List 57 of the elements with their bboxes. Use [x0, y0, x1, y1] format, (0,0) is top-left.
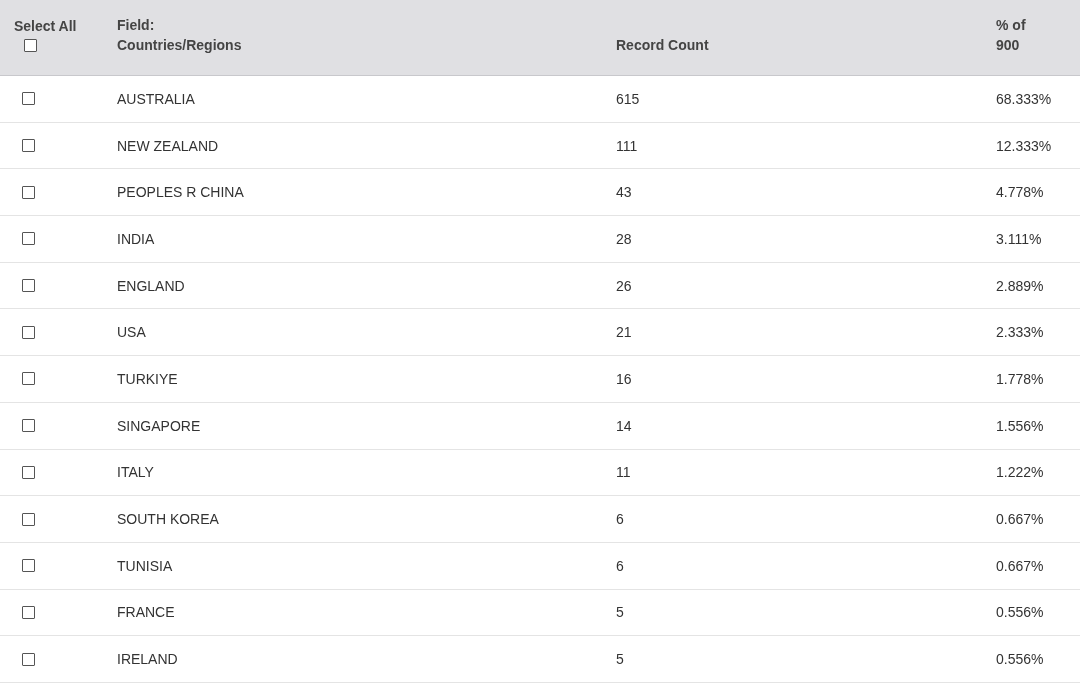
table-cell: 43 [616, 184, 632, 201]
table-cell: 2.333% [996, 324, 1044, 341]
table-cell: INDIA [117, 230, 155, 247]
table-cell: PEOPLES R CHINA [117, 184, 244, 201]
table-cell: TURKIYE [117, 370, 178, 387]
table-cell: NEW ZEALAND [117, 137, 219, 154]
table-cell: 0.667% [996, 511, 1044, 528]
checkbox[interactable] [22, 605, 35, 619]
table-cell: 0.667% [996, 557, 1044, 574]
table-cell: 1.556% [996, 417, 1044, 434]
checkbox[interactable] [22, 92, 35, 106]
table-cell: 14 [616, 417, 632, 434]
table-cell: ENGLAND [117, 277, 185, 294]
table-cell: 11 [616, 464, 631, 481]
table-cell: AUSTRALIA [117, 90, 195, 107]
table-cell: 1.222% [996, 464, 1044, 481]
table-cell: FRANCE [117, 604, 175, 621]
table-cell: 2.889% [996, 277, 1044, 294]
checkbox[interactable] [22, 325, 35, 339]
table-cell: ITALY [117, 464, 154, 481]
table-cell: 5 [616, 604, 624, 621]
table-cell: SINGAPORE [117, 417, 201, 434]
column-header: % of 900 [996, 16, 1027, 55]
table-cell: TUNISIA [117, 557, 173, 574]
table-cell: 28 [616, 230, 632, 247]
checkbox[interactable] [22, 279, 35, 293]
table-cell: 21 [616, 324, 632, 341]
table-cell: 6 [616, 557, 624, 574]
select-all-label: Select All [14, 18, 77, 34]
table-cell: 6 [616, 511, 624, 528]
checkbox[interactable] [22, 559, 35, 573]
table-cell: 615 [616, 90, 640, 107]
checkbox[interactable] [22, 232, 35, 246]
column-header: Field: Countries/Regions [117, 16, 242, 55]
table-cell: 111 [616, 137, 638, 154]
column-header: Record Count [616, 36, 709, 55]
checkbox[interactable] [22, 465, 35, 479]
checkbox[interactable] [24, 39, 37, 52]
table-cell: 1.778% [996, 370, 1044, 387]
checkbox[interactable] [22, 512, 35, 526]
table-cell: USA [117, 324, 146, 341]
table-cell: 5 [616, 651, 624, 668]
checkbox[interactable] [22, 372, 35, 386]
checkbox[interactable] [22, 139, 35, 153]
table-cell: 4.778% [996, 184, 1044, 201]
checkbox[interactable] [22, 652, 35, 666]
table-cell: 16 [616, 370, 632, 387]
table-cell: SOUTH KOREA [117, 511, 219, 528]
table-cell: 68.333% [996, 90, 1052, 107]
checkbox[interactable] [22, 419, 35, 433]
table-cell: 0.556% [996, 604, 1044, 621]
table-cell: IRELAND [117, 651, 178, 668]
checkbox[interactable] [22, 185, 35, 199]
table-cell: 26 [616, 277, 632, 294]
table-cell: 0.556% [996, 651, 1044, 668]
table-cell: 3.111% [996, 230, 1042, 247]
table-cell: 12.333% [996, 137, 1052, 154]
